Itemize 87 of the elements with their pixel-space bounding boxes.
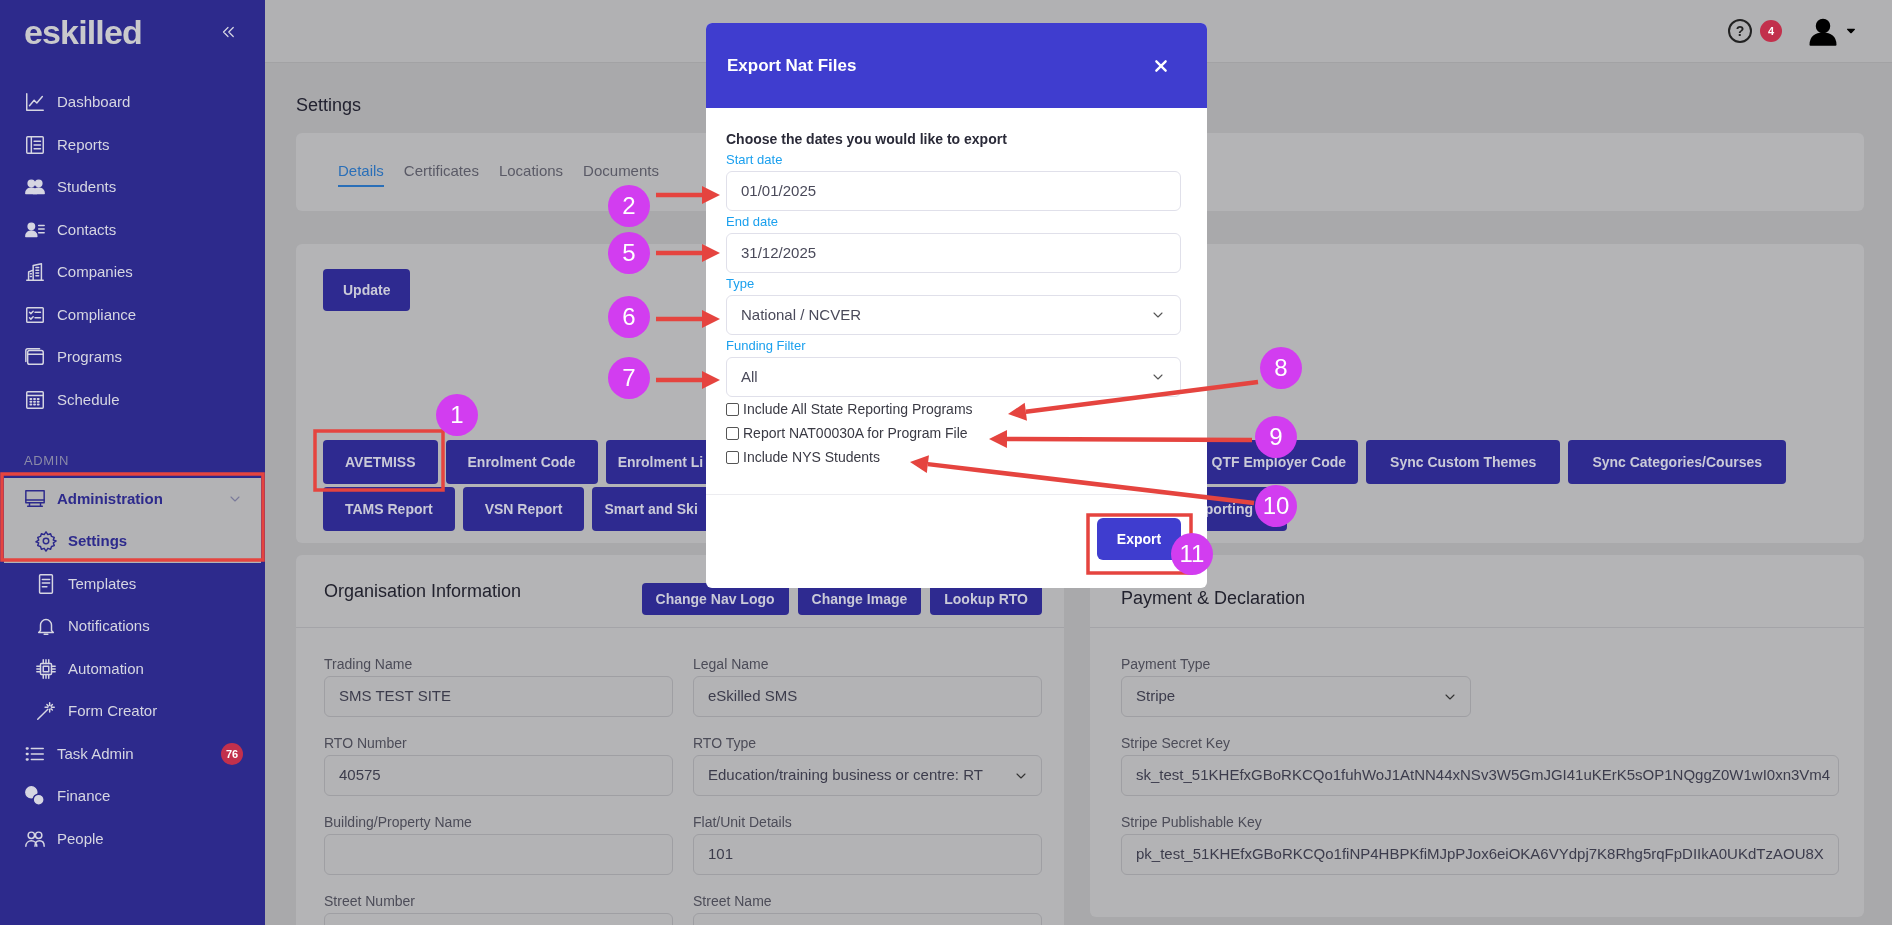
sidebar-item[interactable]: Contacts [4, 208, 261, 251]
chip-icon [35, 657, 57, 680]
help-button[interactable]: ? [1728, 19, 1752, 43]
sidebar-item[interactable]: Templates [4, 562, 261, 605]
sidebar-item[interactable]: Programs [4, 336, 261, 379]
field-label: Building/Property Name [324, 813, 472, 832]
field-label: Funding Filter [726, 336, 806, 355]
action-button[interactable]: AVETMISS [323, 440, 438, 484]
sidebar-item[interactable]: Task Admin 76 [4, 732, 261, 775]
chart-icon [24, 91, 46, 114]
field-label: Flat/Unit Details [693, 813, 792, 832]
field-label: Trading Name [324, 655, 413, 674]
dialog-instructions: Choose the dates you would like to export [726, 130, 1007, 149]
field-label: Payment Type [1121, 655, 1211, 674]
input-field[interactable]: eSkilled SMS [693, 676, 1042, 717]
dialog-title: Export Nat Files [727, 54, 857, 77]
callout-arrow [656, 310, 720, 328]
card-title: Payment & Declaration [1121, 586, 1306, 610]
sidebar-item[interactable]: People [4, 817, 261, 860]
sidebar-item[interactable]: Dashboard [4, 81, 261, 124]
checkbox[interactable] [726, 426, 739, 440]
sidebar-item[interactable]: Automation [4, 647, 261, 690]
input-field[interactable]: 101 [693, 834, 1042, 875]
field-label: Type [726, 274, 755, 293]
select-field[interactable]: Education/training business or centre: RT [693, 755, 1042, 796]
date-field[interactable]: 01/01/2025 [726, 171, 1181, 211]
page-title: Settings [296, 93, 362, 117]
sidebar-item[interactable]: Notifications [4, 605, 261, 648]
field-label: Legal Name [693, 655, 769, 674]
user-avatar-icon [1808, 16, 1838, 46]
checkbox-option[interactable]: Include All State Reporting Programs [726, 397, 973, 421]
settings-icon [35, 530, 57, 553]
sidebar-item[interactable]: Compliance [4, 293, 261, 336]
sidebar-item[interactable]: Companies [4, 251, 261, 294]
action-button[interactable]: Sync Categories/Courses [1568, 440, 1786, 484]
notification-badge: 4 [1760, 20, 1782, 42]
coins-icon [24, 785, 46, 808]
callout-arrow [656, 244, 720, 262]
field-label: Stripe Publishable Key [1121, 813, 1262, 832]
calendar-icon [24, 388, 46, 411]
update-button[interactable]: Update [323, 269, 411, 311]
checkbox[interactable] [726, 402, 739, 416]
field-label: Street Number [324, 892, 416, 911]
magic-wand-icon [35, 700, 57, 723]
input-field[interactable]: sk_test_51KHEfxGBoRKCQo1fuhWoJ1AtNN44xNSv3W5GmJGI41uKErK5sOP1NQggZ0W1wI0xn3Vm4 [1121, 755, 1839, 796]
checkbox-option[interactable]: Report NAT00030A for Program File [726, 421, 968, 445]
sidebar-item[interactable]: Settings [4, 520, 261, 563]
count-badge: 76 [221, 742, 243, 765]
card-title: Organisation Information [324, 579, 523, 603]
action-button[interactable]: TAMS Report [323, 487, 455, 531]
sidebar-item[interactable]: Administration [4, 477, 261, 520]
field-label: Street Name [693, 892, 772, 911]
field-label: RTO Number [324, 734, 407, 753]
sidebar-item[interactable]: Reports [4, 123, 261, 166]
action-button[interactable]: Enrolment Code [445, 440, 598, 484]
sidebar-item[interactable]: Form Creator [4, 690, 261, 733]
select-field[interactable]: Stripe [1121, 676, 1471, 717]
select-field[interactable]: National / NCVER [726, 295, 1181, 335]
date-field[interactable]: 31/12/2025 [726, 233, 1181, 273]
document-icon [24, 133, 46, 156]
input-field[interactable]: pk_test_51KHEfxGBoRKCQo1fiNP4HBPKfiMJpPJox6eiOKA6VYdpj7K8Rhg5rqFpDIIkA0UKdTzAOU8X [1121, 834, 1839, 875]
checkbox-option[interactable]: Include NYS Students [726, 445, 880, 469]
callout-arrow [656, 186, 720, 204]
field-label: End date [726, 212, 779, 231]
monitor-icon [24, 487, 46, 510]
action-button[interactable]: Sync Custom Themes [1366, 440, 1561, 484]
sidebar-item[interactable]: Finance [4, 775, 261, 818]
building-icon [24, 261, 46, 284]
callout-arrow [656, 371, 720, 389]
field-label: RTO Type [693, 734, 757, 753]
sidebar-item[interactable]: Schedule [4, 378, 261, 421]
checkbox[interactable] [726, 450, 739, 464]
card-button[interactable]: Change Nav Logo [641, 583, 789, 615]
callout-number: 5 [608, 232, 650, 274]
input-field[interactable]: 40575 [324, 755, 673, 796]
export-button[interactable]: Export [1097, 518, 1181, 560]
callout-number: 2 [608, 185, 650, 227]
field-label: Stripe Secret Key [1121, 734, 1230, 753]
logo: eskilled [24, 15, 142, 49]
select-field[interactable]: All [726, 357, 1181, 397]
close-icon [1153, 57, 1169, 74]
caret-icon [1846, 26, 1856, 36]
action-button[interactable]: VSN Report [462, 487, 585, 531]
input-field[interactable]: SMS TEST SITE [324, 676, 673, 717]
field-label: Start date [726, 150, 783, 169]
sidebar-item[interactable]: Students [4, 166, 261, 209]
section-heading: ADMIN [23, 452, 71, 470]
